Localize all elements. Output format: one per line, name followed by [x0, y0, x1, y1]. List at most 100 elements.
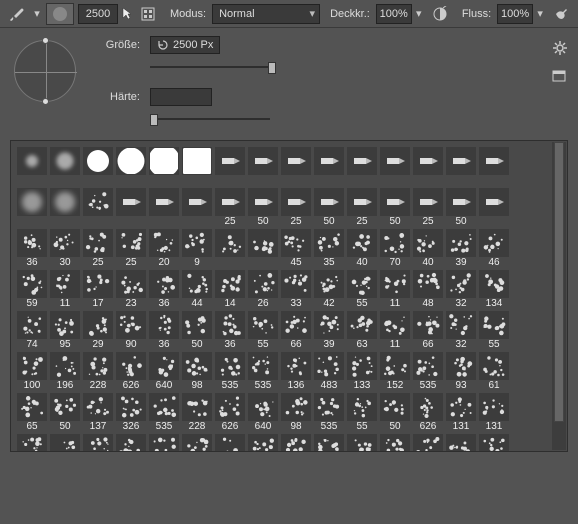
brush-preset[interactable]: 32: [446, 270, 476, 308]
brush-preset[interactable]: 55: [248, 311, 278, 349]
brush-preset[interactable]: 39: [314, 311, 344, 349]
brush-preset[interactable]: 25: [116, 229, 146, 267]
brush-preset[interactable]: 59: [17, 270, 47, 308]
brush-preset[interactable]: 50: [380, 393, 410, 431]
brush-preset[interactable]: 391: [380, 434, 410, 452]
brush-preset[interactable]: [116, 147, 146, 185]
brush-preset[interactable]: 640: [248, 393, 278, 431]
brush-preset[interactable]: 100: [17, 352, 47, 390]
brush-preset[interactable]: 11: [380, 311, 410, 349]
brush-preset[interactable]: 26: [248, 270, 278, 308]
brush-preset[interactable]: 46: [479, 229, 509, 267]
tool-preset-dropdown[interactable]: ▾: [32, 7, 42, 20]
brush-preset[interactable]: 535: [215, 352, 245, 390]
brush-preset[interactable]: [149, 147, 179, 185]
brush-preset[interactable]: 11: [50, 270, 80, 308]
brush-preset[interactable]: 40: [347, 229, 377, 267]
brush-preset[interactable]: [17, 188, 47, 226]
brush-preset[interactable]: 50: [50, 434, 80, 452]
brush-preset[interactable]: 133: [347, 352, 377, 390]
brush-preset[interactable]: 535: [248, 352, 278, 390]
brush-preset[interactable]: 374: [413, 434, 443, 452]
brush-preset[interactable]: 17: [83, 270, 113, 308]
brush-preset[interactable]: [446, 147, 476, 185]
brush-preset[interactable]: 33: [281, 270, 311, 308]
scrollbar-thumb[interactable]: [554, 142, 564, 422]
flow-dropdown[interactable]: ▾: [535, 7, 545, 20]
brush-preset[interactable]: 326: [116, 393, 146, 431]
brush-preset[interactable]: [17, 147, 47, 185]
brush-preset[interactable]: 439: [281, 434, 311, 452]
brush-preset[interactable]: 98: [182, 352, 212, 390]
brush-preview-icon[interactable]: [46, 3, 74, 25]
brush-preset[interactable]: 131: [479, 393, 509, 431]
brush-preset[interactable]: 50: [446, 188, 476, 226]
brush-preset[interactable]: 535: [314, 393, 344, 431]
brush-preset[interactable]: 93: [446, 352, 476, 390]
brush-preset[interactable]: 42: [314, 270, 344, 308]
brush-preset[interactable]: 228: [182, 393, 212, 431]
brush-preset[interactable]: 469: [116, 434, 146, 452]
brush-preset[interactable]: 50: [182, 311, 212, 349]
brush-preset[interactable]: 228: [83, 352, 113, 390]
brush-preset[interactable]: [215, 147, 245, 185]
brush-preset[interactable]: [479, 188, 509, 226]
brush-preset[interactable]: 25: [347, 188, 377, 226]
brush-preset[interactable]: 66: [281, 311, 311, 349]
brush-preset[interactable]: 25: [215, 188, 245, 226]
brush-preset[interactable]: 55: [347, 270, 377, 308]
brush-preset[interactable]: 137: [83, 393, 113, 431]
brush-preset[interactable]: 50: [314, 188, 344, 226]
brush-preset[interactable]: 55: [347, 393, 377, 431]
brush-preset[interactable]: [50, 188, 80, 226]
brush-preset[interactable]: 29: [83, 311, 113, 349]
hardness-slider[interactable]: [150, 112, 270, 126]
brush-preset[interactable]: 341: [347, 434, 377, 452]
brush-preset[interactable]: 36: [215, 311, 245, 349]
airbrush-icon[interactable]: [549, 3, 573, 25]
brush-preset[interactable]: 374: [215, 434, 245, 452]
brush-preset[interactable]: 32: [446, 311, 476, 349]
brush-preset[interactable]: 535: [149, 393, 179, 431]
brush-preset[interactable]: [413, 147, 443, 185]
brush-preset[interactable]: [347, 147, 377, 185]
brush-preset[interactable]: 74: [17, 311, 47, 349]
brush-preset[interactable]: 365: [248, 434, 278, 452]
flow-input[interactable]: [497, 4, 533, 24]
tablet-opacity-icon[interactable]: [428, 3, 452, 25]
brush-preset[interactable]: [83, 147, 113, 185]
brush-preset[interactable]: 462: [149, 434, 179, 452]
opacity-dropdown[interactable]: ▾: [414, 7, 424, 20]
scrollbar[interactable]: [552, 142, 566, 450]
brush-preset[interactable]: 14: [215, 270, 245, 308]
brush-preset[interactable]: 20: [149, 229, 179, 267]
brush-preset[interactable]: [116, 188, 146, 226]
brush-preset[interactable]: 50: [50, 393, 80, 431]
brush-preset[interactable]: 50: [248, 188, 278, 226]
brush-angle-control[interactable]: [14, 40, 76, 102]
opacity-input[interactable]: [376, 4, 412, 24]
brush-preset[interactable]: 25: [413, 188, 443, 226]
brush-preset[interactable]: 196: [50, 352, 80, 390]
brush-preset[interactable]: 90: [116, 311, 146, 349]
brush-preset[interactable]: 336: [314, 434, 344, 452]
brush-preset[interactable]: 40: [413, 229, 443, 267]
brush-preset[interactable]: [248, 229, 278, 267]
brush-preset[interactable]: [83, 188, 113, 226]
brush-preset[interactable]: 66: [413, 311, 443, 349]
brush-preset[interactable]: 136: [281, 352, 311, 390]
brush-preset[interactable]: 48: [413, 270, 443, 308]
brush-preset[interactable]: 55: [479, 311, 509, 349]
brush-preset[interactable]: 640: [149, 352, 179, 390]
new-preset-icon[interactable]: [552, 68, 568, 82]
brush-preset[interactable]: 626: [413, 393, 443, 431]
size-value-box[interactable]: 2500 Px: [150, 36, 220, 54]
brush-preset[interactable]: 61: [479, 352, 509, 390]
brush-preset[interactable]: 36: [149, 311, 179, 349]
brush-preset[interactable]: 365: [446, 434, 476, 452]
brush-preset[interactable]: [149, 188, 179, 226]
brush-preset[interactable]: [182, 147, 212, 185]
hardness-value-box[interactable]: [150, 88, 212, 106]
angle-handle-top[interactable]: [42, 37, 49, 44]
brush-preset[interactable]: [50, 147, 80, 185]
